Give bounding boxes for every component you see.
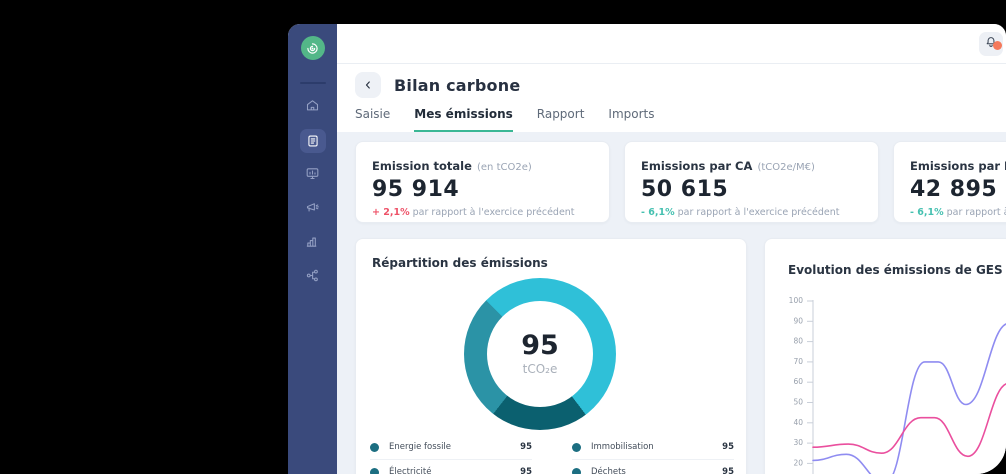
- content-area: Emission totale (en tCO2e) 95 914 + 2,1%…: [337, 132, 1006, 474]
- back-button[interactable]: [355, 72, 381, 98]
- sidebar-item-documents[interactable]: [296, 124, 330, 158]
- donut-total-unit: tCO₂e: [523, 362, 558, 376]
- legend-dot-icon: [572, 443, 581, 452]
- stats-row: Emission totale (en tCO2e) 95 914 + 2,1%…: [355, 141, 1006, 223]
- line-chart-title: Evolution des émissions de GES: [788, 263, 1003, 277]
- charts-row: Répartition des émissions 95 tCO₂e Energ…: [355, 238, 1006, 474]
- svg-text:60: 60: [793, 377, 803, 386]
- home-icon: [305, 98, 320, 117]
- tab-bar: Saisie Mes émissions Rapport Imports: [355, 107, 1006, 132]
- stat-value: 95 914: [372, 177, 593, 202]
- stat-card-emissions-par-ca: Emissions par CA (tCO2e/M€) 50 615 - 6,1…: [624, 141, 879, 223]
- sidebar-item-organization[interactable]: [296, 260, 330, 294]
- legend-item-electricite: Électricité 95: [370, 460, 532, 474]
- stat-card-emissions-par-etp: Emissions par ETP (tCO2e/ETP) 42 895 - 6…: [893, 141, 1006, 223]
- network-icon: [305, 268, 320, 287]
- stat-card-emission-totale: Emission totale (en tCO2e) 95 914 + 2,1%…: [355, 141, 610, 223]
- tab-rapport[interactable]: Rapport: [537, 107, 585, 132]
- main-area: Bilan carbone Saisie Mes émissions Rappo…: [337, 24, 1006, 474]
- sidebar: [288, 24, 337, 474]
- sidebar-nav: [296, 90, 330, 294]
- stat-value: 50 615: [641, 177, 862, 202]
- legend-dot-icon: [370, 443, 379, 452]
- svg-text:100: 100: [789, 296, 804, 305]
- document-icon: [300, 129, 326, 153]
- donut-chart: 95 tCO₂e: [464, 278, 616, 430]
- legend-dot-icon: [370, 468, 379, 474]
- stat-delta: - 6,1% par rapport à l'exercice précéden…: [641, 207, 862, 218]
- stat-value: 42 895: [910, 177, 1006, 202]
- svg-text:50: 50: [793, 398, 803, 407]
- tab-mes-emissions[interactable]: Mes émissions: [414, 107, 512, 132]
- legend-item-immobilisation: Immobilisation 95: [572, 435, 734, 460]
- chevron-left-icon: [362, 76, 374, 95]
- donut-total-value: 95: [521, 332, 559, 359]
- tab-imports[interactable]: Imports: [608, 107, 654, 132]
- line-chart-card: Evolution des émissions de GES 100 90 80 70…: [764, 238, 1006, 474]
- donut-chart-card: Répartition des émissions 95 tCO₂e Energ…: [355, 238, 747, 474]
- bar-chart-icon: [305, 234, 320, 253]
- notification-dot: [993, 41, 1002, 50]
- stat-title: Emission totale: [372, 159, 472, 173]
- svg-text:40: 40: [793, 418, 803, 427]
- svg-text:70: 70: [793, 357, 803, 366]
- sidebar-item-home[interactable]: [296, 90, 330, 124]
- page-header: Bilan carbone Saisie Mes émissions Rappo…: [337, 64, 1006, 132]
- legend-item-dechets: Déchets 95: [572, 460, 734, 474]
- stat-unit: (tCO2e/M€): [757, 162, 814, 173]
- legend-dot-icon: [572, 468, 581, 474]
- presentation-icon: [305, 166, 320, 185]
- donut-chart-title: Répartition des émissions: [372, 256, 548, 270]
- sidebar-item-presentations[interactable]: [296, 158, 330, 192]
- app-window: Bilan carbone Saisie Mes émissions Rappo…: [288, 24, 1006, 474]
- page-title: Bilan carbone: [394, 76, 520, 95]
- svg-text:80: 80: [793, 337, 803, 346]
- stat-title: Emissions par CA: [641, 159, 752, 173]
- line-chart: 100908070605040302010: [773, 294, 1006, 474]
- sidebar-item-analytics[interactable]: [296, 226, 330, 260]
- stat-title: Emissions par ETP: [910, 159, 1006, 173]
- donut-center: 95 tCO₂e: [487, 301, 593, 407]
- sidebar-item-announcements[interactable]: [296, 192, 330, 226]
- stat-delta: + 2,1% par rapport à l'exercice précéden…: [372, 207, 593, 218]
- legend-item-energie-fossile: Energie fossile 95: [370, 435, 532, 460]
- topbar: [337, 24, 1006, 64]
- stat-unit: (en tCO2e): [477, 162, 532, 173]
- donut-legend: Energie fossile 95 Immobilisation 95 Éle…: [370, 435, 734, 474]
- app-logo-icon[interactable]: [301, 36, 325, 60]
- notifications-button[interactable]: [979, 32, 1003, 56]
- tab-saisie[interactable]: Saisie: [355, 107, 390, 132]
- svg-text:90: 90: [793, 316, 803, 325]
- stat-delta: - 6,1% par rapport à l'exercice précéden…: [910, 207, 1006, 218]
- megaphone-icon: [305, 200, 320, 219]
- sidebar-divider: [300, 82, 326, 84]
- svg-text:20: 20: [793, 458, 803, 467]
- svg-text:30: 30: [793, 438, 803, 447]
